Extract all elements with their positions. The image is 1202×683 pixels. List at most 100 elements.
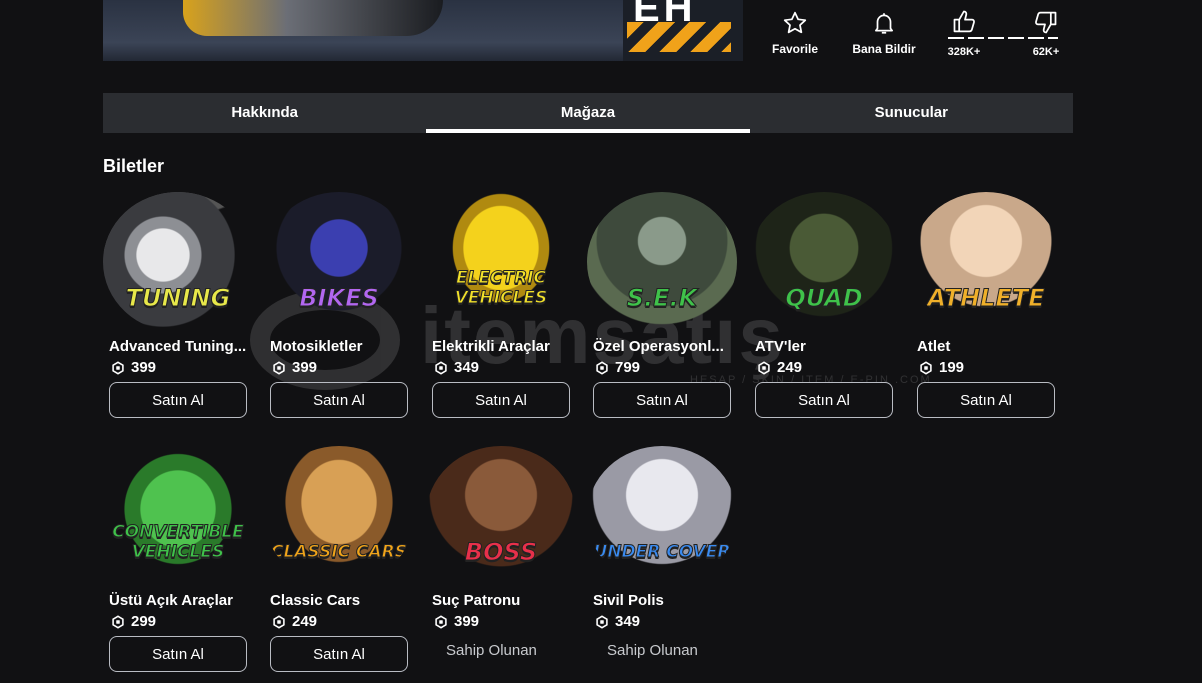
game-pass-badge-text: CONVERTIBLE VEHICLES [112, 522, 245, 563]
robux-icon [920, 360, 932, 375]
price-value: 349 [454, 359, 480, 376]
game-pass-card[interactable]: ELECTRIC VEHICLES Elektrikli Araçlar 349 Sa… [426, 192, 576, 418]
tab-about[interactable]: Hakkında [103, 93, 426, 133]
banner-car [183, 0, 443, 36]
buy-button[interactable]: Satın Al [593, 382, 731, 418]
vote-ratio-bar [948, 37, 1058, 39]
game-pass-price: 399 [111, 359, 253, 376]
tab-store[interactable]: Mağaza [426, 93, 750, 133]
buy-button[interactable]: Satın Al [270, 382, 408, 418]
game-pass-card[interactable]: ATHLETE Atlet 199 Satın Al [911, 192, 1061, 418]
price-value: 399 [292, 359, 318, 376]
game-pass-thumbnail[interactable]: ELECTRIC VEHICLES [426, 192, 576, 332]
game-pass-card[interactable]: CONVERTIBLE VEHICLES Üstü Açık Araçlar 299… [103, 446, 253, 672]
notify-button[interactable]: Bana Bildir [850, 10, 918, 56]
price-value: 399 [131, 359, 157, 376]
game-pass-thumbnail[interactable]: CONVERTIBLE VEHICLES [103, 446, 253, 586]
game-pass-thumbnail[interactable]: CLASSIC CARS [264, 446, 414, 586]
price-value: 299 [131, 613, 157, 630]
price-value: 199 [939, 359, 965, 376]
game-pass-card[interactable]: BOSS Suç Patronu 399 Sahip Olunan [426, 446, 576, 659]
notify-label: Bana Bildir [852, 42, 916, 56]
owned-label: Sahip Olunan [607, 642, 698, 659]
buy-button[interactable]: Satın Al [432, 382, 570, 418]
game-pass-name[interactable]: Atlet [917, 338, 1059, 355]
buy-button[interactable]: Satın Al [109, 636, 247, 672]
game-pass-price: 349 [434, 359, 576, 376]
price-value: 799 [615, 359, 641, 376]
buy-button[interactable]: Satın Al [270, 636, 408, 672]
favorite-label: Favorile [771, 42, 819, 56]
price-value: 399 [454, 613, 480, 630]
favorite-button[interactable]: Favorile [768, 10, 822, 56]
thumbs-down-icon [1035, 11, 1057, 34]
game-pass-price: 249 [272, 613, 414, 630]
price-value: 249 [292, 613, 318, 630]
game-pass-thumbnail[interactable]: UNDER COVER [587, 446, 737, 586]
game-pass-name[interactable]: Classic Cars [270, 592, 412, 609]
game-pass-name[interactable]: Advanced Tuning... [109, 338, 251, 355]
game-pass-name[interactable]: Elektrikli Araçlar [432, 338, 574, 355]
star-icon [783, 11, 807, 34]
robux-icon [435, 614, 447, 629]
likes-count: 328K+ [947, 46, 981, 58]
game-pass-badge-text: S.E.K [626, 284, 698, 312]
price-value: 349 [615, 613, 641, 630]
thumbs-up-icon [953, 10, 975, 33]
robux-icon [112, 360, 124, 375]
game-pass-badge-text: TUNING [125, 284, 231, 312]
game-pass-thumbnail[interactable]: TUNING [103, 192, 253, 332]
game-pass-name[interactable]: Suç Patronu [432, 592, 574, 609]
bell-icon [875, 13, 893, 34]
game-pass-badge-text: ATHLETE [927, 284, 1045, 312]
buy-button[interactable]: Satın Al [109, 382, 247, 418]
game-pass-thumbnail[interactable]: BIKES [264, 192, 414, 332]
owned-label: Sahip Olunan [446, 642, 537, 659]
game-pass-badge-text: BIKES [299, 284, 379, 312]
robux-icon [435, 360, 447, 375]
robux-icon [112, 614, 124, 629]
dislikes-count: 62K+ [1032, 46, 1060, 58]
game-pass-thumbnail[interactable]: QUAD [749, 192, 899, 332]
game-pass-badge-text: ELECTRIC VEHICLES [454, 268, 548, 309]
section-title: Biletler [103, 156, 165, 176]
game-pass-name[interactable]: Sivil Polis [593, 592, 735, 609]
game-pass-name[interactable]: ATV'ler [755, 338, 897, 355]
robux-icon [596, 360, 608, 375]
hazard-stripes [627, 22, 731, 52]
game-pass-card[interactable]: TUNING Advanced Tuning... 399 Satın Al [103, 192, 253, 418]
game-pass-price: 299 [111, 613, 253, 630]
game-pass-price: 199 [919, 359, 1061, 376]
robux-icon [273, 614, 285, 629]
robux-icon [758, 360, 770, 375]
game-pass-card[interactable]: CLASSIC CARS Classic Cars 249 Satın Al [264, 446, 414, 672]
price-value: 249 [777, 359, 803, 376]
game-pass-name[interactable]: Motosikletler [270, 338, 412, 355]
robux-icon [273, 360, 285, 375]
game-pass-price: 799 [595, 359, 737, 376]
game-pass-card[interactable]: S.E.K Özel Operasyonl... 799 Satın Al [587, 192, 737, 418]
game-pass-thumbnail[interactable]: S.E.K [587, 192, 737, 332]
game-banner-image: EH [103, 0, 743, 61]
game-pass-price: 249 [757, 359, 899, 376]
game-pass-card[interactable]: UNDER COVER Sivil Polis 349 Sahip Olunan [587, 446, 737, 659]
buy-button[interactable]: Satın Al [755, 382, 893, 418]
game-pass-card[interactable]: BIKES Motosikletler 399 Satın Al [264, 192, 414, 418]
game-pass-badge-text: CLASSIC CARS [270, 542, 408, 563]
game-pass-price: 399 [434, 613, 576, 630]
game-pass-price: 349 [595, 613, 737, 630]
game-pass-name[interactable]: Özel Operasyonl... [593, 338, 735, 355]
banner-sign: EH [623, 0, 743, 61]
tab-bar: Hakkında Mağaza Sunucular [103, 93, 1073, 133]
game-pass-card[interactable]: QUAD ATV'ler 249 Satın Al [749, 192, 899, 418]
buy-button[interactable]: Satın Al [917, 382, 1055, 418]
tab-servers[interactable]: Sunucular [750, 93, 1073, 133]
game-pass-badge-text: UNDER COVER [593, 542, 731, 563]
game-pass-badge-text: BOSS [464, 538, 538, 566]
robux-icon [596, 614, 608, 629]
game-pass-badge-text: QUAD [785, 284, 863, 312]
game-pass-thumbnail[interactable]: ATHLETE [911, 192, 1061, 332]
game-pass-name[interactable]: Üstü Açık Araçlar [109, 592, 251, 609]
game-pass-price: 399 [272, 359, 414, 376]
game-pass-thumbnail[interactable]: BOSS [426, 446, 576, 586]
